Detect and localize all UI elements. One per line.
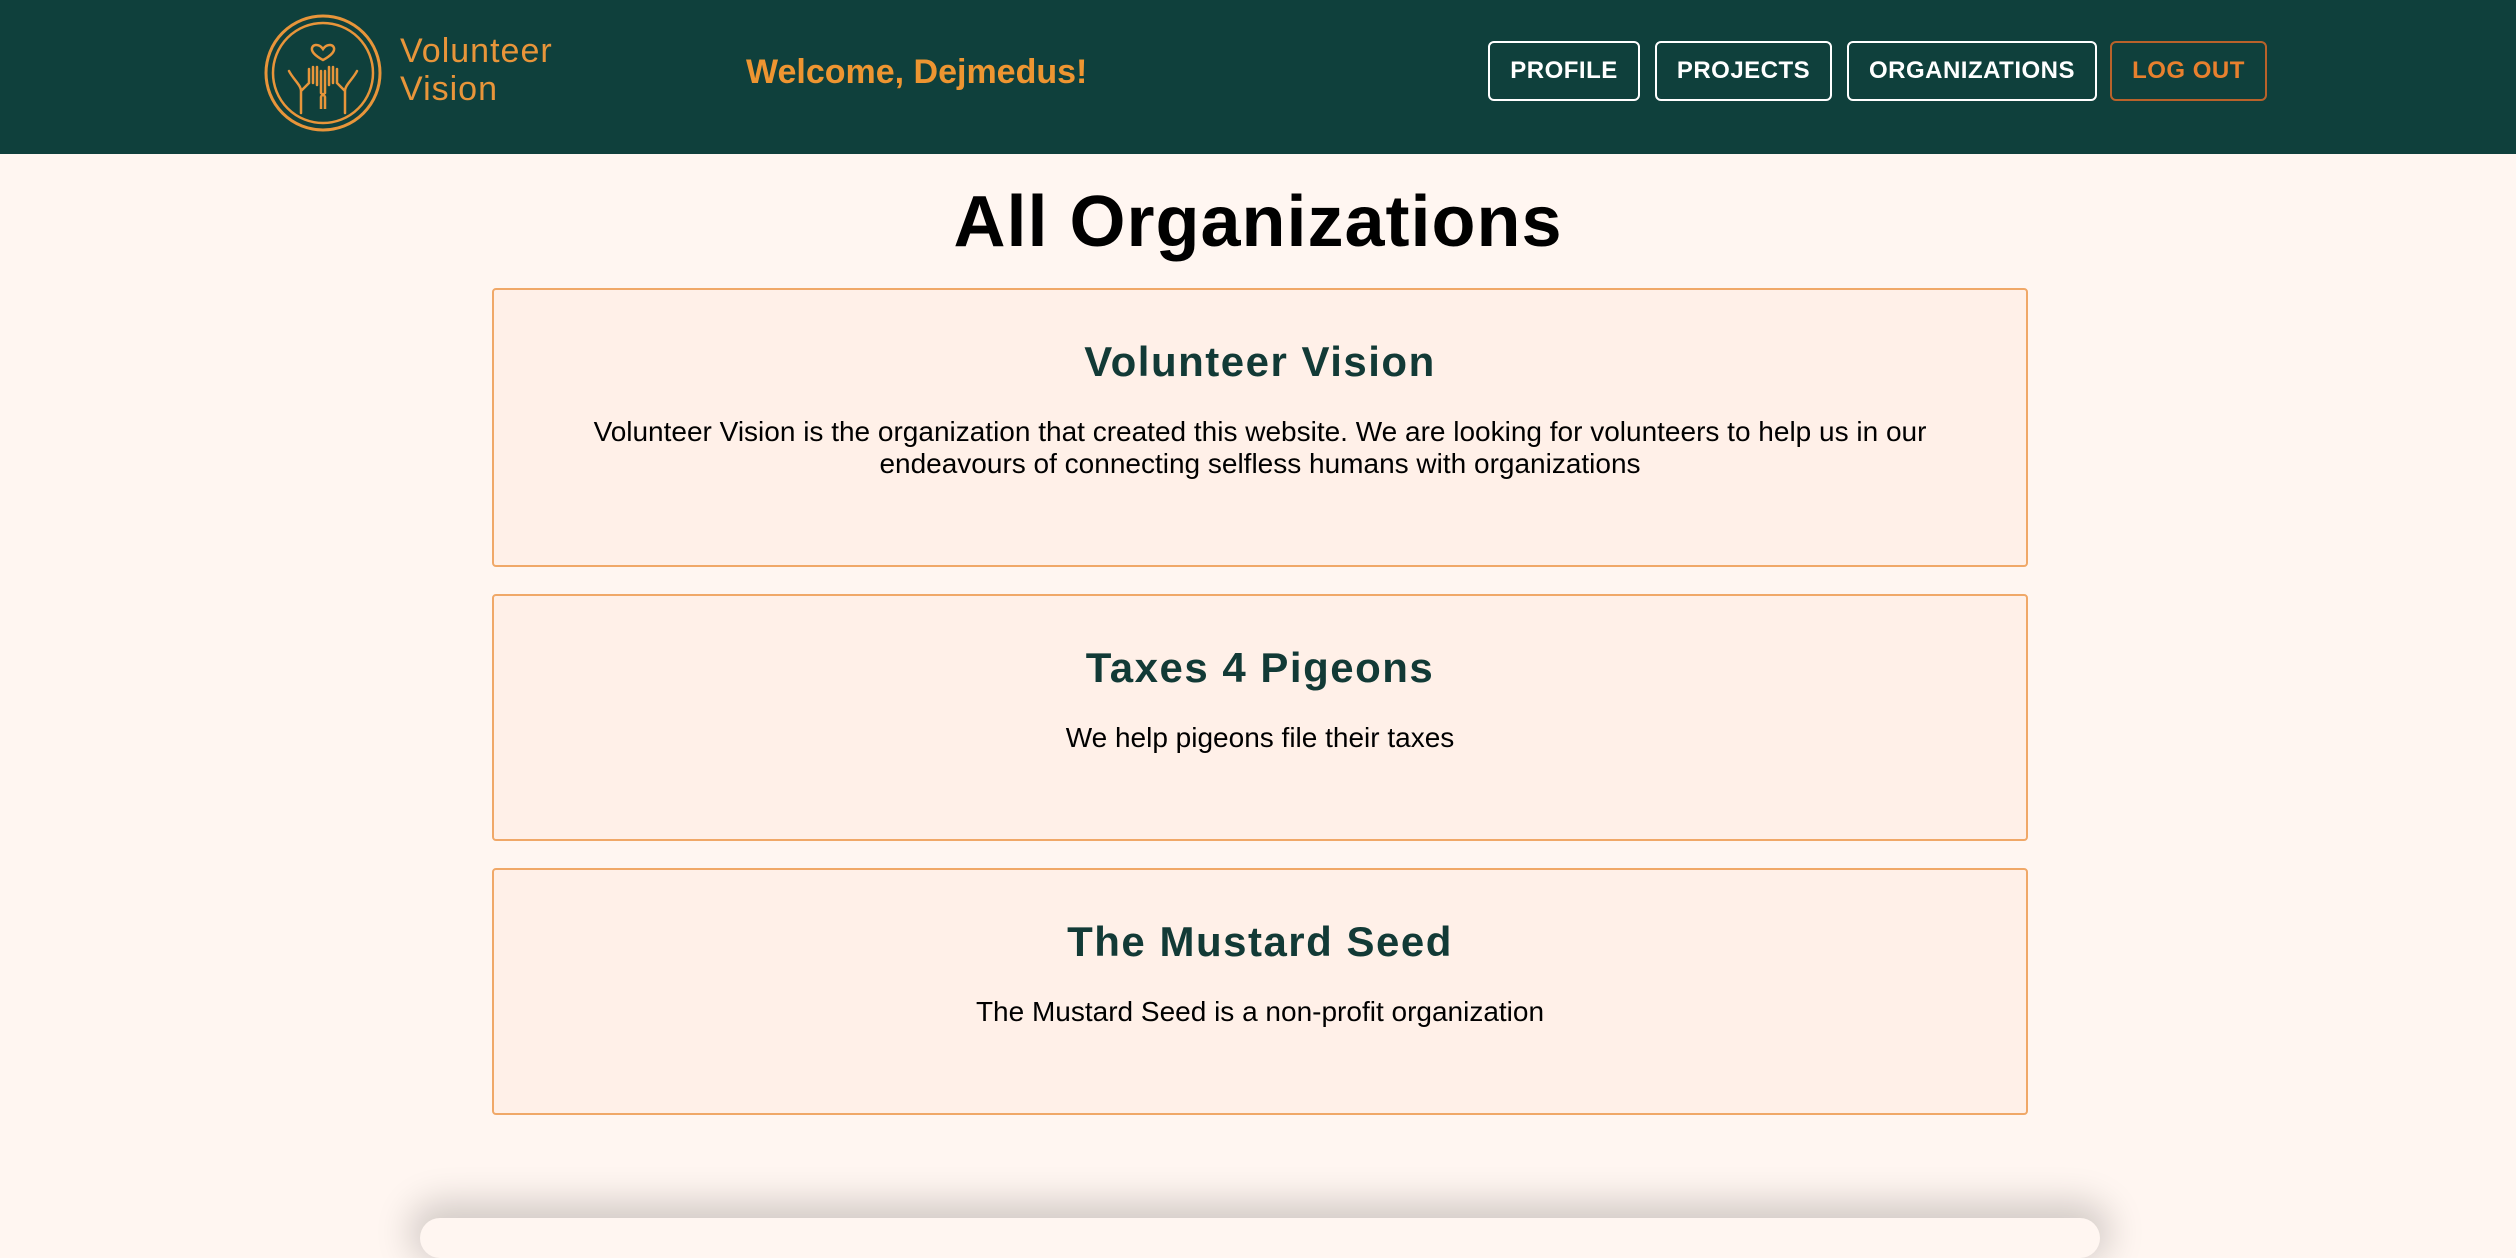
brand-line-2: Vision (400, 70, 498, 108)
page-title: All Organizations (953, 182, 1563, 262)
welcome-message: Welcome, Dejmedus! (746, 53, 1088, 91)
organization-description: Volunteer Vision is the organization tha… (593, 416, 1927, 479)
organization-description: We help pigeons file their taxes (1065, 722, 1455, 753)
organization-description: The Mustard Seed is a non-profit organiz… (975, 996, 1545, 1027)
hands-heart-icon (264, 14, 382, 132)
brand-name[interactable]: Volunteer Vision (400, 32, 553, 108)
organizations-button[interactable]: ORGANIZATIONS (1847, 41, 2097, 101)
navbar: Volunteer Vision Welcome, Dejmedus! PROF… (0, 0, 2516, 154)
logout-button[interactable]: LOG OUT (2110, 41, 2267, 101)
organization-name: Taxes 4 Pigeons (1085, 644, 1435, 691)
projects-button[interactable]: PROJECTS (1655, 41, 1832, 101)
organization-name: The Mustard Seed (1067, 918, 1453, 965)
footer (420, 1218, 2100, 1258)
profile-button[interactable]: PROFILE (1488, 41, 1640, 101)
brand-line-1: Volunteer (400, 32, 553, 70)
organization-name: Volunteer Vision (1084, 338, 1436, 385)
logo[interactable] (263, 13, 383, 133)
organization-card[interactable]: Taxes 4 Pigeons We help pigeons file the… (492, 594, 2028, 841)
organization-card[interactable]: Volunteer Vision Volunteer Vision is the… (492, 288, 2028, 567)
organization-card[interactable]: The Mustard Seed The Mustard Seed is a n… (492, 868, 2028, 1115)
